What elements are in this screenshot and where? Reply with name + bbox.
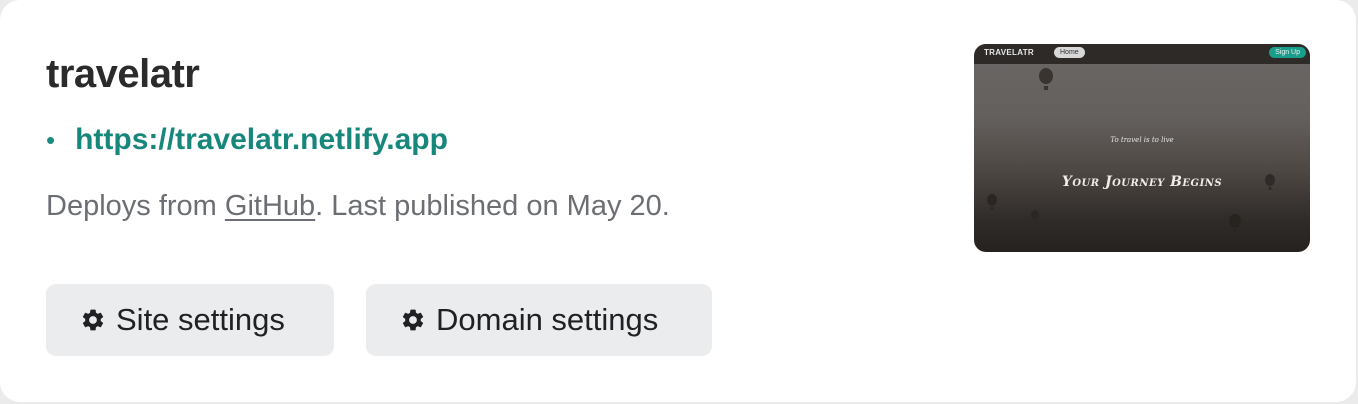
domain-settings-button[interactable]: Domain settings	[366, 284, 712, 356]
preview-signup-button: Sign Up	[1269, 47, 1306, 58]
deploy-source-link[interactable]: GitHub	[225, 190, 315, 222]
bullet: •	[46, 125, 56, 155]
site-card: travelatr • https://travelatr.netlify.ap…	[0, 0, 1356, 402]
balloon-icon	[987, 194, 997, 210]
preview-navbar: TRAVELATR Home Sign Up	[974, 44, 1310, 64]
balloon-icon	[1031, 210, 1039, 223]
gear-icon	[402, 309, 424, 331]
site-name: travelatr	[46, 52, 200, 96]
gear-icon	[82, 309, 104, 331]
preview-headline: Your Journey Begins	[1061, 174, 1223, 190]
preview-logo: TRAVELATR	[984, 48, 1034, 57]
preview-subtitle: To travel is to live	[1110, 136, 1174, 144]
site-preview-thumbnail[interactable]: TRAVELATR Home Sign Up To travel is to l…	[974, 44, 1310, 252]
domain-settings-label: Domain settings	[436, 302, 659, 337]
site-settings-button[interactable]: Site settings	[46, 284, 334, 356]
balloon-icon	[1229, 214, 1241, 232]
site-url-row: • https://travelatr.netlify.app	[46, 120, 448, 160]
deploy-info: Deploys from GitHub. Last published on M…	[46, 186, 670, 226]
deploy-prefix: Deploys from	[46, 190, 225, 222]
preview-home-button: Home	[1054, 47, 1085, 58]
balloon-icon	[1039, 68, 1053, 90]
site-settings-label: Site settings	[116, 302, 285, 337]
deploy-suffix: . Last published on May 20.	[315, 190, 670, 222]
site-url-link[interactable]: https://travelatr.netlify.app	[75, 120, 448, 160]
